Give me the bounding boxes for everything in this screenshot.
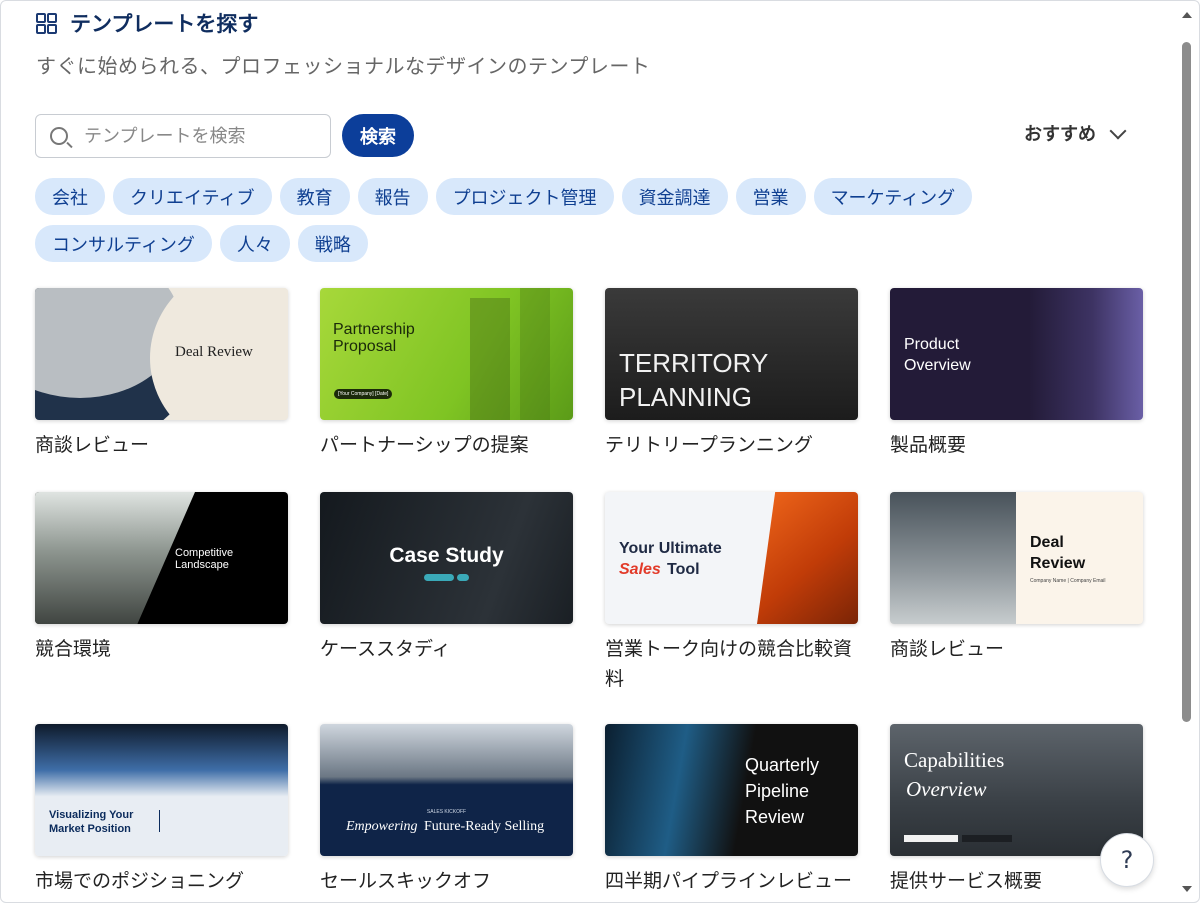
thumb-title: Your Ultimate: [619, 540, 722, 557]
thumb-title: Deal Review: [1030, 534, 1086, 572]
thumb-title: Tool: [667, 561, 700, 578]
thumb-shape: [904, 835, 958, 842]
sort-dropdown[interactable]: おすすめ: [1024, 120, 1127, 146]
template-thumbnail[interactable]: Case Study: [320, 492, 573, 624]
thumb-shape: [470, 298, 510, 420]
template-card[interactable]: Partnership Proposal [Your Company] [Dat…: [320, 288, 573, 460]
search-icon: [50, 127, 68, 145]
template-card[interactable]: SALES KICKOFF Empowering Future-Ready Se…: [320, 724, 573, 896]
template-thumbnail[interactable]: Competitive Landscape: [35, 492, 288, 624]
scroll-up-icon[interactable]: [1182, 12, 1192, 18]
template-card[interactable]: Visualizing Your Market Position 市場でのポジシ…: [35, 724, 288, 896]
thumb-shape: [890, 492, 1016, 624]
page-header: テンプレートを探す: [36, 8, 258, 38]
thumb-title: Future-Ready Selling: [424, 819, 545, 834]
template-caption: 営業トーク向けの競合比較資料: [605, 638, 853, 690]
thumb-title-accent: Empowering: [346, 819, 418, 834]
page-title: テンプレートを探す: [70, 12, 259, 36]
template-card[interactable]: Quarterly Pipeline Review 四半期パイプラインレビュー: [605, 724, 858, 896]
page-subtitle: すぐに始められる、プロフェッショナルなデザインのテンプレート: [36, 54, 651, 78]
thumb-kicker: SALES KICKOFF: [426, 809, 467, 815]
category-chip[interactable]: 人々: [219, 225, 290, 262]
thumb-title: Case Study: [389, 544, 504, 567]
template-caption: 商談レビュー: [890, 638, 1005, 660]
template-card[interactable]: Your Ultimate Sales Tool 営業トーク向けの競合比較資料: [605, 492, 858, 694]
thumb-shape: [520, 288, 550, 420]
thumb-shape: [757, 492, 858, 624]
thumb-title: Partnership Proposal: [333, 321, 415, 355]
template-thumbnail[interactable]: Product Overview: [890, 288, 1143, 420]
category-chip[interactable]: 報告: [357, 178, 428, 215]
thumb-shape: [457, 574, 469, 581]
thumb-title-accent: Sales: [619, 561, 661, 578]
category-chip[interactable]: マーケティング: [813, 178, 973, 215]
template-thumbnail[interactable]: Capabilities Overview: [890, 724, 1143, 856]
template-card[interactable]: TERRITORY PLANNING テリトリープランニング: [605, 288, 858, 460]
grid-icon: [36, 13, 57, 34]
thumb-divider: [159, 810, 160, 832]
help-button[interactable]: ?: [1100, 833, 1154, 887]
template-thumbnail[interactable]: SALES KICKOFF Empowering Future-Ready Se…: [320, 724, 573, 856]
category-chip[interactable]: コンサルティング: [35, 225, 212, 262]
category-chip[interactable]: プロジェクト管理: [435, 178, 614, 215]
template-caption: セールスキックオフ: [320, 870, 492, 892]
category-chip[interactable]: 会社: [35, 178, 105, 215]
template-caption: テリトリープランニング: [605, 434, 813, 456]
template-caption: 競合環境: [35, 638, 112, 660]
template-caption: 製品概要: [890, 434, 967, 456]
scrollbar[interactable]: [1180, 8, 1194, 898]
scroll-down-icon[interactable]: [1182, 886, 1192, 892]
template-caption: 商談レビュー: [35, 434, 150, 456]
search-button[interactable]: 検索: [342, 114, 414, 157]
thumb-title: Quarterly Pipeline Review: [745, 755, 820, 827]
thumb-shape: [424, 574, 454, 581]
thumb-title: TERRITORY PLANNING: [619, 348, 768, 412]
sort-label: おすすめ: [1024, 124, 1096, 145]
category-chip[interactable]: クリエイティブ: [113, 178, 272, 215]
template-thumbnail[interactable]: Deal Review Company Name | Company Email: [890, 492, 1143, 624]
template-card[interactable]: Competitive Landscape 競合環境: [35, 492, 288, 664]
search-input[interactable]: [82, 124, 306, 148]
template-card[interactable]: Product Overview 製品概要: [890, 288, 1143, 460]
category-chips: 会社 クリエイティブ 教育 報告 プロジェクト管理 資金調達 営業 マーケティングコンサルティ…: [35, 178, 1035, 272]
thumb-title: Visualizing Your Market Position: [49, 809, 134, 835]
template-caption: パートナーシップの提案: [320, 434, 529, 456]
template-thumbnail[interactable]: Deal Review: [35, 288, 288, 420]
search-box[interactable]: [35, 114, 331, 158]
template-card[interactable]: Deal Review Company Name | Company Email…: [890, 492, 1143, 664]
category-chip[interactable]: 教育: [279, 178, 350, 215]
thumb-shape: [962, 835, 1012, 842]
category-chip[interactable]: 戦略: [297, 225, 368, 262]
template-thumbnail[interactable]: Your Ultimate Sales Tool: [605, 492, 858, 624]
template-card[interactable]: Case Study ケーススタディ: [320, 492, 573, 664]
scrollbar-thumb[interactable]: [1182, 42, 1191, 722]
thumb-title: Deal Review: [175, 344, 253, 360]
template-thumbnail[interactable]: TERRITORY PLANNING: [605, 288, 858, 420]
template-thumbnail[interactable]: Visualizing Your Market Position: [35, 724, 288, 856]
template-card[interactable]: Deal Review 商談レビュー: [35, 288, 288, 460]
template-caption: ケーススタディ: [320, 638, 451, 660]
category-chip[interactable]: 営業: [735, 178, 806, 215]
thumb-subtitle: [Your Company] [Date]: [334, 389, 393, 399]
thumb-title: Capabilities: [904, 748, 1005, 772]
thumb-title: Product Overview: [904, 336, 971, 374]
thumb-title-accent: Overview: [906, 777, 987, 801]
thumb-subtitle: Company Name | Company Email: [1030, 578, 1106, 584]
category-chip[interactable]: 資金調達: [621, 178, 728, 215]
template-thumbnail[interactable]: Quarterly Pipeline Review: [605, 724, 858, 856]
template-caption: 市場でのポジショニング: [35, 870, 245, 892]
template-caption: 四半期パイプラインレビュー: [605, 870, 853, 892]
thumb-shape: [35, 492, 195, 624]
chevron-down-icon: [1109, 122, 1127, 139]
thumb-title: Competitive Landscape: [175, 547, 234, 571]
template-thumbnail[interactable]: Partnership Proposal [Your Company] [Dat…: [320, 288, 573, 420]
